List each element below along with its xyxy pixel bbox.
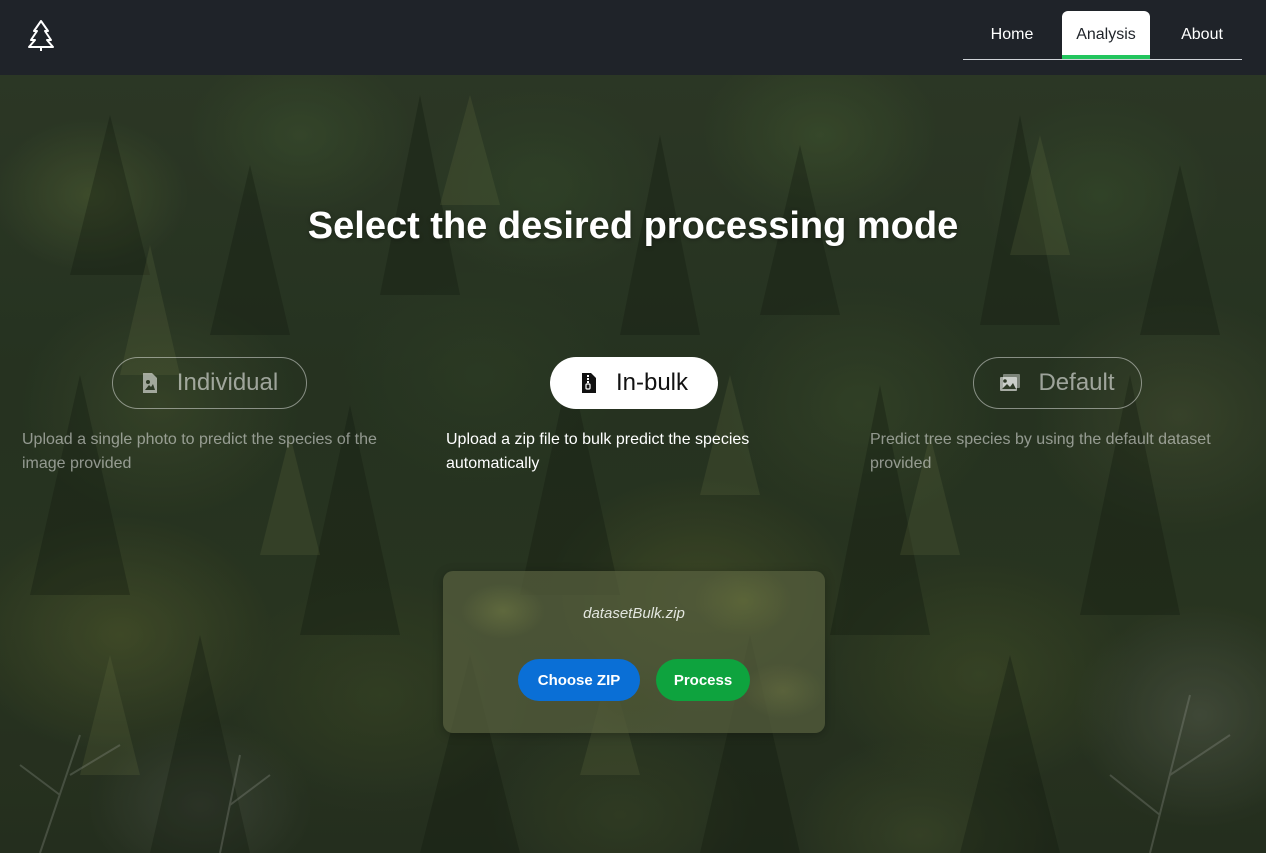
mode-bulk-button[interactable]: In-bulk	[550, 357, 718, 409]
mode-individual-description: Upload a single photo to predict the spe…	[22, 431, 377, 472]
page-title: Select the desired processing mode	[307, 205, 959, 247]
selected-file-name: datasetBulk.zip	[583, 605, 685, 622]
image-file-icon	[142, 373, 157, 393]
images-icon	[1000, 374, 1021, 391]
choose-zip-button[interactable]: Choose ZIP	[518, 659, 640, 701]
mode-default-button[interactable]: Default	[973, 357, 1142, 409]
mode-default-label: Default	[1038, 369, 1115, 396]
nav-analysis[interactable]: Analysis	[1062, 11, 1150, 59]
mode-default-description: Predict tree species by using the defaul…	[870, 431, 1211, 472]
process-button[interactable]: Process	[656, 659, 750, 701]
nav-links: Home Analysis About	[963, 11, 1242, 60]
mode-individual-label: Individual	[176, 369, 279, 396]
mode-bulk-label: In-bulk	[615, 369, 689, 396]
mode-individual-button[interactable]: Individual	[112, 357, 307, 409]
pine-tree-icon[interactable]	[27, 19, 55, 51]
mode-bulk-description: Upload a zip file to bulk predict the sp…	[446, 431, 750, 472]
nav-home[interactable]: Home	[963, 11, 1061, 58]
navbar: Home Analysis About	[0, 0, 1266, 75]
nav-about[interactable]: About	[1159, 11, 1245, 58]
upload-panel: datasetBulk.zip Choose ZIP Process	[443, 571, 825, 733]
zip-file-icon	[581, 373, 596, 393]
